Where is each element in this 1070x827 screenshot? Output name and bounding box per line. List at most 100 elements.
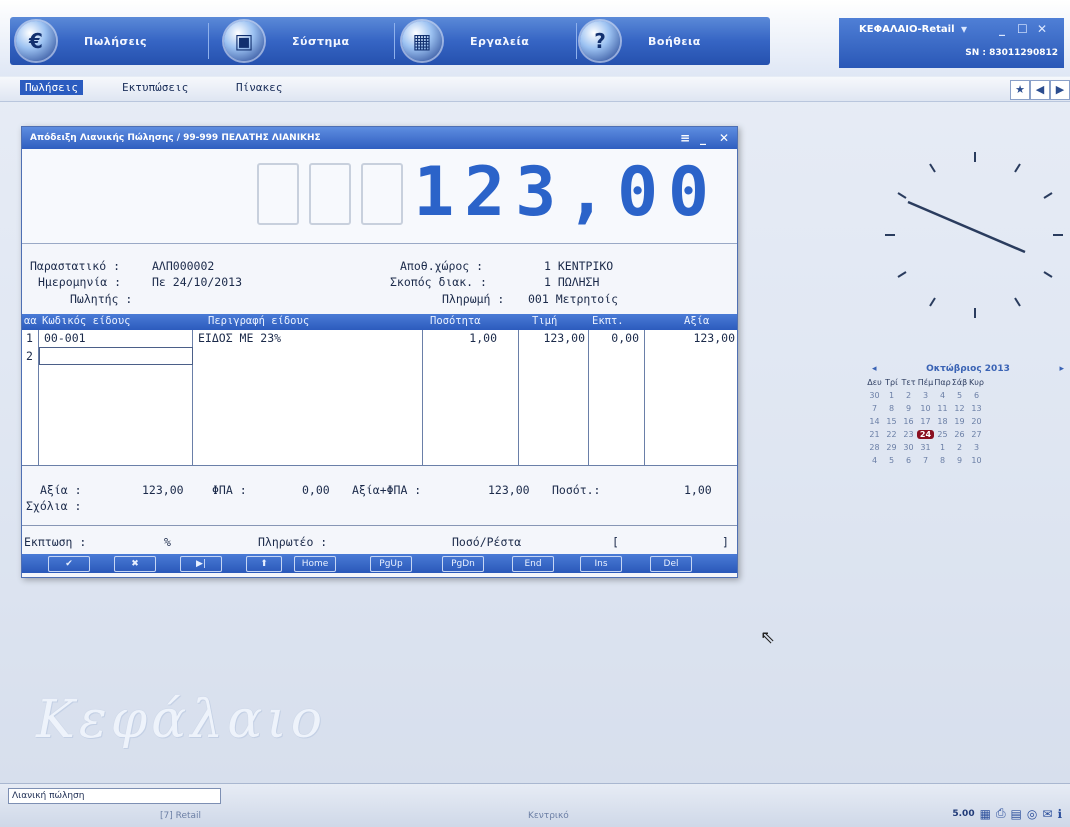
calendar-day[interactable]: 2	[951, 443, 968, 452]
col-code[interactable]: Κωδικός είδους	[42, 315, 131, 327]
print-icon[interactable]: ⎙	[996, 806, 1006, 821]
calendar-day[interactable]: 10	[917, 404, 934, 413]
dialog-titlebar[interactable]: Απόδειξη Λιανικής Πώλησης / 99-999 ΠΕΛΑΤ…	[22, 127, 737, 149]
calendar-day[interactable]: 24	[917, 430, 934, 439]
grid-icon[interactable]: ▦	[980, 807, 991, 821]
ins-button[interactable]: Ins	[580, 556, 622, 572]
calc-icon[interactable]: ▤	[1011, 807, 1022, 821]
back-arrow-icon[interactable]: ◀	[1030, 80, 1050, 100]
end-button[interactable]: End	[512, 556, 554, 572]
purpose-value[interactable]: 1 ΠΩΛΗΣΗ	[544, 275, 599, 289]
calendar-day[interactable]: 11	[934, 404, 951, 413]
calendar-day[interactable]: 4	[866, 456, 883, 465]
maximize-icon[interactable]: ☐	[1017, 22, 1028, 36]
calendar-day[interactable]: 29	[883, 443, 900, 452]
calendar-day[interactable]: 21	[866, 430, 883, 439]
calendar-day[interactable]: 31	[917, 443, 934, 452]
percent-sign: %	[164, 535, 171, 549]
dropdown-icon[interactable]: ▾	[961, 22, 967, 36]
calendar-day[interactable]: 17	[917, 417, 934, 426]
calendar-day[interactable]: 1	[883, 391, 900, 400]
calendar-day[interactable]: 2	[900, 391, 917, 400]
calendar-day[interactable]: 25	[934, 430, 951, 439]
col-discount[interactable]: Εκπτ.	[592, 315, 624, 327]
prev-month-icon[interactable]: ◂	[872, 364, 877, 374]
col-price[interactable]: Τιμή	[532, 315, 557, 327]
cancel-button[interactable]: ✖	[114, 556, 156, 572]
calendar-day[interactable]: 23	[900, 430, 917, 439]
calendar-day[interactable]: 3	[917, 391, 934, 400]
calendar-day[interactable]: 28	[866, 443, 883, 452]
calendar-day[interactable]: 1	[934, 443, 951, 452]
calendar-day[interactable]: 7	[866, 404, 883, 413]
clock-widget	[885, 152, 1063, 318]
menu-sales[interactable]: € Πωλήσεις	[16, 17, 206, 65]
menu-icon[interactable]: ≡	[680, 127, 690, 149]
pgdn-button[interactable]: PgDn	[442, 556, 484, 572]
calendar-day[interactable]: 20	[968, 417, 985, 426]
amount-display: 123,00	[22, 149, 737, 244]
calendar-day[interactable]: 9	[900, 404, 917, 413]
col-quantity[interactable]: Ποσότητα	[430, 315, 481, 327]
calendar-day[interactable]: 30	[900, 443, 917, 452]
menu-system[interactable]: ▣ Σύστημα	[224, 17, 394, 65]
calendar-day[interactable]: 27	[968, 430, 985, 439]
value-vat-total: 123,00	[488, 483, 530, 497]
calendar-day[interactable]: 9	[951, 456, 968, 465]
status-task[interactable]: Λιανική πώληση	[8, 788, 221, 804]
calendar-day[interactable]: 3	[968, 443, 985, 452]
calendar-day[interactable]: 8	[883, 404, 900, 413]
col-description[interactable]: Περιγραφή είδους	[208, 315, 309, 327]
calendar-day[interactable]: 6	[900, 456, 917, 465]
payment-value[interactable]: 001 Μετρητοίς	[528, 292, 618, 306]
calendar-day[interactable]: 10	[968, 456, 985, 465]
calendar-day[interactable]: 5	[951, 391, 968, 400]
calendar-day[interactable]: 26	[951, 430, 968, 439]
calendar-day[interactable]: 30	[866, 391, 883, 400]
subnav-prints[interactable]: Εκτυπώσεις	[122, 81, 188, 94]
sub-navigation: Πωλήσεις Εκτυπώσεις Πίνακες ★ ◀ ▶	[0, 77, 1070, 102]
subnav-sales[interactable]: Πωλήσεις	[20, 80, 83, 95]
calendar-day[interactable]: 13	[968, 404, 985, 413]
disc-icon[interactable]: ◎	[1027, 807, 1037, 821]
calendar-day[interactable]: 14	[866, 417, 883, 426]
del-button[interactable]: Del	[650, 556, 692, 572]
next-month-icon[interactable]: ▸	[1059, 364, 1064, 374]
col-aa[interactable]: αα	[24, 315, 37, 327]
calendar-day[interactable]: 18	[934, 417, 951, 426]
calendar-day[interactable]: 19	[951, 417, 968, 426]
calendar-day[interactable]: 16	[900, 417, 917, 426]
value-vat-label: Αξία+ΦΠΑ :	[352, 483, 422, 497]
info-icon[interactable]: ℹ	[1057, 807, 1062, 821]
dialog-close-icon[interactable]: ✕	[719, 127, 729, 149]
calendar-day[interactable]: 15	[883, 417, 900, 426]
code-input[interactable]	[39, 347, 193, 365]
up-button[interactable]: ⬆	[246, 556, 282, 572]
minimize-icon[interactable]: _	[999, 22, 1005, 36]
dialog-minimize-icon[interactable]: _	[700, 127, 706, 149]
menu-help[interactable]: ? Βοήθεια	[580, 17, 760, 65]
value-label: Αξία :	[40, 483, 82, 497]
calendar-day[interactable]: 7	[917, 456, 934, 465]
calendar-day[interactable]: 6	[968, 391, 985, 400]
store-value[interactable]: 1 ΚΕΝΤΡΙΚΟ	[544, 259, 613, 273]
menu-tools[interactable]: ▦ Εργαλεία	[402, 17, 572, 65]
calendar-day[interactable]: 22	[883, 430, 900, 439]
forward-arrow-icon[interactable]: ▶	[1050, 80, 1070, 100]
calendar-day[interactable]: 4	[934, 391, 951, 400]
amount-digits: 123,00	[247, 159, 719, 227]
next-button[interactable]: ▶|	[180, 556, 222, 572]
col-value[interactable]: Αξία	[684, 315, 709, 327]
calendar-day[interactable]: 5	[883, 456, 900, 465]
favorite-star-icon[interactable]: ★	[1010, 80, 1030, 100]
pgup-button[interactable]: PgUp	[370, 556, 412, 572]
mail-icon[interactable]: ✉	[1042, 807, 1052, 821]
home-button[interactable]: Home	[294, 556, 336, 572]
row-discount: 0,00	[611, 331, 639, 345]
close-icon[interactable]: ✕	[1037, 22, 1047, 36]
date-value[interactable]: Πε 24/10/2013	[152, 275, 242, 289]
confirm-button[interactable]: ✔	[48, 556, 90, 572]
calendar-day[interactable]: 12	[951, 404, 968, 413]
subnav-tables[interactable]: Πίνακες	[236, 81, 282, 94]
calendar-day[interactable]: 8	[934, 456, 951, 465]
